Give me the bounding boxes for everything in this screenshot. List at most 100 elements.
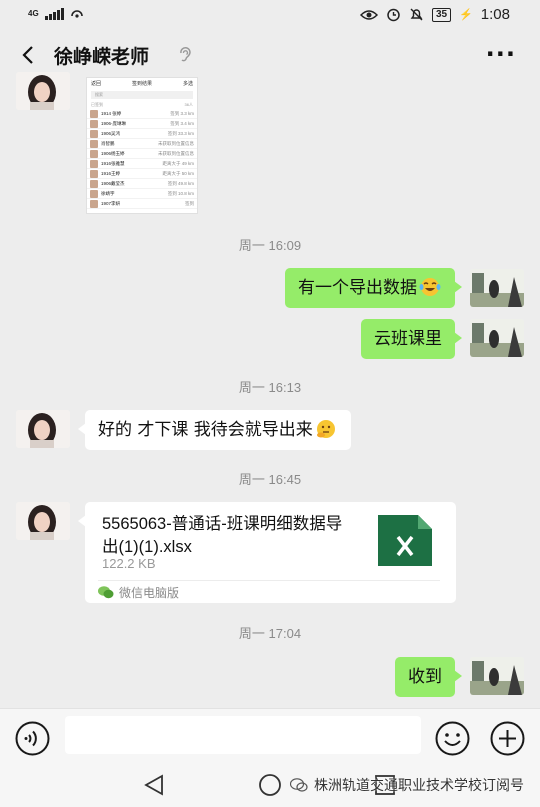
screenshot-row-status: 未获取到位置信息	[158, 150, 194, 156]
tears-of-joy-emoji-icon	[419, 278, 441, 296]
eye-icon	[359, 9, 378, 20]
screenshot-list-row: 1906-庞琳琳 签到 3.4 km	[87, 119, 197, 129]
watermark: 株洲轨道交通职业技术学校订阅号	[290, 775, 524, 795]
file-size: 122.2 KB	[102, 556, 156, 571]
chat-title: 徐峥嵘老师	[54, 46, 150, 68]
status-left: 4G	[28, 7, 84, 21]
screenshot-row-status: 签到 3.3 km	[170, 110, 194, 116]
back-arrow-icon[interactable]	[16, 40, 44, 70]
screenshot-row-name: 1906-庞琳琳	[101, 120, 127, 126]
sent-message[interactable]: 有一个导出数据	[285, 268, 462, 308]
screenshot-list-row: 1916张雅慧 距离大于 49 km	[87, 159, 197, 169]
nav-back-icon[interactable]	[142, 772, 168, 798]
watermark-text: 株洲轨道交通职业技术学校订阅号	[314, 778, 524, 794]
screenshot-row-name: 1906吴鸿	[101, 130, 121, 136]
contact-avatar[interactable]	[16, 410, 70, 448]
screenshot-row-status: 签到 33.3 km	[167, 130, 194, 136]
screenshot-list-row: 1916王婷 距离大于 50 km	[87, 169, 197, 179]
screenshot-row-status: 距离大于 49 km	[162, 160, 194, 166]
screenshot-list-row: 1906杨玉婷 未获取到位置信息	[87, 149, 197, 159]
screenshot-list-row: 1906戴莹杰 签到 49.8 km	[87, 179, 197, 189]
sent-message[interactable]: 收到	[395, 657, 462, 697]
message-text: 收到	[408, 667, 442, 687]
message-text: 好的 才下课 我待会就导出来	[98, 420, 313, 440]
screenshot-row-name: 1906杨玉婷	[101, 150, 125, 156]
screenshot-row-status: 签到 49.8 km	[167, 180, 194, 186]
screenshot-row-avatar	[90, 189, 98, 198]
message-text: 云班课里	[374, 329, 442, 349]
hotspot-icon	[70, 10, 83, 18]
status-time: 1:08	[480, 6, 510, 23]
status-bar: 4G 35 ⚡ 1:08	[0, 0, 540, 32]
file-source: 微信电脑版	[98, 584, 179, 601]
shared-screenshot-image[interactable]: 返回 签到结果 多选 搜索 已签到 36人 1914 张婷 签到 3.3 km 19…	[86, 77, 198, 214]
screenshot-row-name: 1914 张婷	[101, 110, 122, 116]
mute-icon	[410, 8, 423, 21]
battery-icon: 35	[431, 7, 452, 22]
status-right: 35 ⚡ 1:08	[359, 6, 510, 23]
network-indicator: 4G	[28, 9, 39, 18]
screenshot-list-row: 肖智鹏 未获取到位置信息	[87, 139, 197, 149]
screenshot-row-avatar	[90, 109, 98, 118]
screenshot-row-status: 距离大于 50 km	[162, 170, 194, 176]
screenshot-row-avatar	[90, 119, 98, 128]
screenshot-tab: 多选	[182, 81, 193, 87]
screenshot-row-name: 1916王婷	[101, 170, 121, 176]
screenshot-tabs: 返回 签到结果 多选	[87, 78, 197, 89]
screenshot-search: 搜索	[91, 91, 193, 99]
screenshot-row-avatar	[90, 169, 98, 178]
message-input[interactable]	[65, 716, 421, 754]
sent-message[interactable]: 云班课里	[361, 319, 462, 359]
emoji-icon[interactable]	[435, 721, 470, 756]
wechat-official-icon	[290, 778, 308, 792]
screenshot-tab: 返回	[91, 81, 102, 87]
screenshot-list-row: 1907李妍 签到	[87, 199, 197, 209]
signal-icon	[44, 8, 64, 20]
system-nav-bar: 株洲轨道交通职业技术学校订阅号	[0, 763, 540, 807]
contact-avatar[interactable]	[16, 72, 70, 110]
screenshot-row-name: 徐靖宇	[101, 190, 115, 196]
contact-avatar[interactable]	[16, 502, 70, 540]
card-divider	[98, 580, 440, 581]
my-avatar[interactable]	[470, 657, 524, 695]
received-message[interactable]: 好的 才下课 我待会就导出来	[78, 410, 351, 450]
screenshot-row-avatar	[90, 179, 98, 188]
nav-home-icon[interactable]	[257, 772, 283, 798]
my-avatar[interactable]	[470, 319, 524, 357]
message-text: 有一个导出数据	[298, 278, 417, 298]
more-options-button[interactable]: ···	[486, 42, 516, 66]
screenshot-list-row: 1906吴鸿 签到 33.3 km	[87, 129, 197, 139]
excel-file-icon	[378, 515, 432, 566]
screenshot-list: 1914 张婷 签到 3.3 km 1906-庞琳琳 签到 3.4 km 1906吴鸿签…	[87, 109, 197, 209]
screenshot-list-header: 已签到 36人	[87, 101, 197, 109]
screenshot-row-name: 肖智鹏	[101, 140, 115, 146]
file-name: 5565063-普通话-班课明细数据导出(1)(1).xlsx	[102, 515, 343, 556]
screenshot-row-avatar	[90, 199, 98, 208]
screenshot-row-name: 1906戴莹杰	[101, 180, 125, 186]
file-source-label: 微信电脑版	[119, 586, 180, 600]
message-timestamp: 周一 16:13	[238, 380, 302, 395]
alarm-icon	[387, 8, 400, 22]
my-avatar[interactable]	[470, 269, 524, 307]
screenshot-list-title: 已签到	[91, 102, 103, 107]
message-timestamp: 周一 16:09	[238, 238, 302, 253]
chat-header: 徐峥嵘老师 ···	[0, 32, 540, 78]
file-message-card[interactable]: 5565063-普通话-班课明细数据导出(1)(1).xlsx 122.2 KB…	[78, 502, 456, 603]
plus-icon[interactable]	[490, 721, 525, 756]
screenshot-list-row: 1914 张婷 签到 3.3 km	[87, 109, 197, 119]
input-bar	[0, 708, 540, 763]
message-timestamp: 周一 16:45	[238, 472, 302, 487]
screenshot-list-row: 徐靖宇 签到 10.8 km	[87, 189, 197, 199]
screenshot-tab: 签到结果	[131, 81, 152, 87]
screenshot-row-avatar	[90, 159, 98, 168]
thinking-emoji-icon	[316, 420, 335, 438]
voice-icon[interactable]	[15, 721, 50, 756]
charging-icon: ⚡	[459, 9, 473, 21]
screenshot-row-status: 未获取到位置信息	[158, 140, 194, 146]
screenshot-row-name: 1916张雅慧	[101, 160, 125, 166]
screenshot-row-avatar	[90, 139, 98, 148]
wechat-icon	[98, 586, 114, 599]
screenshot-row-avatar	[90, 129, 98, 138]
screenshot-row-avatar	[90, 149, 98, 158]
screenshot-row-status: 签到 3.4 km	[170, 120, 194, 126]
